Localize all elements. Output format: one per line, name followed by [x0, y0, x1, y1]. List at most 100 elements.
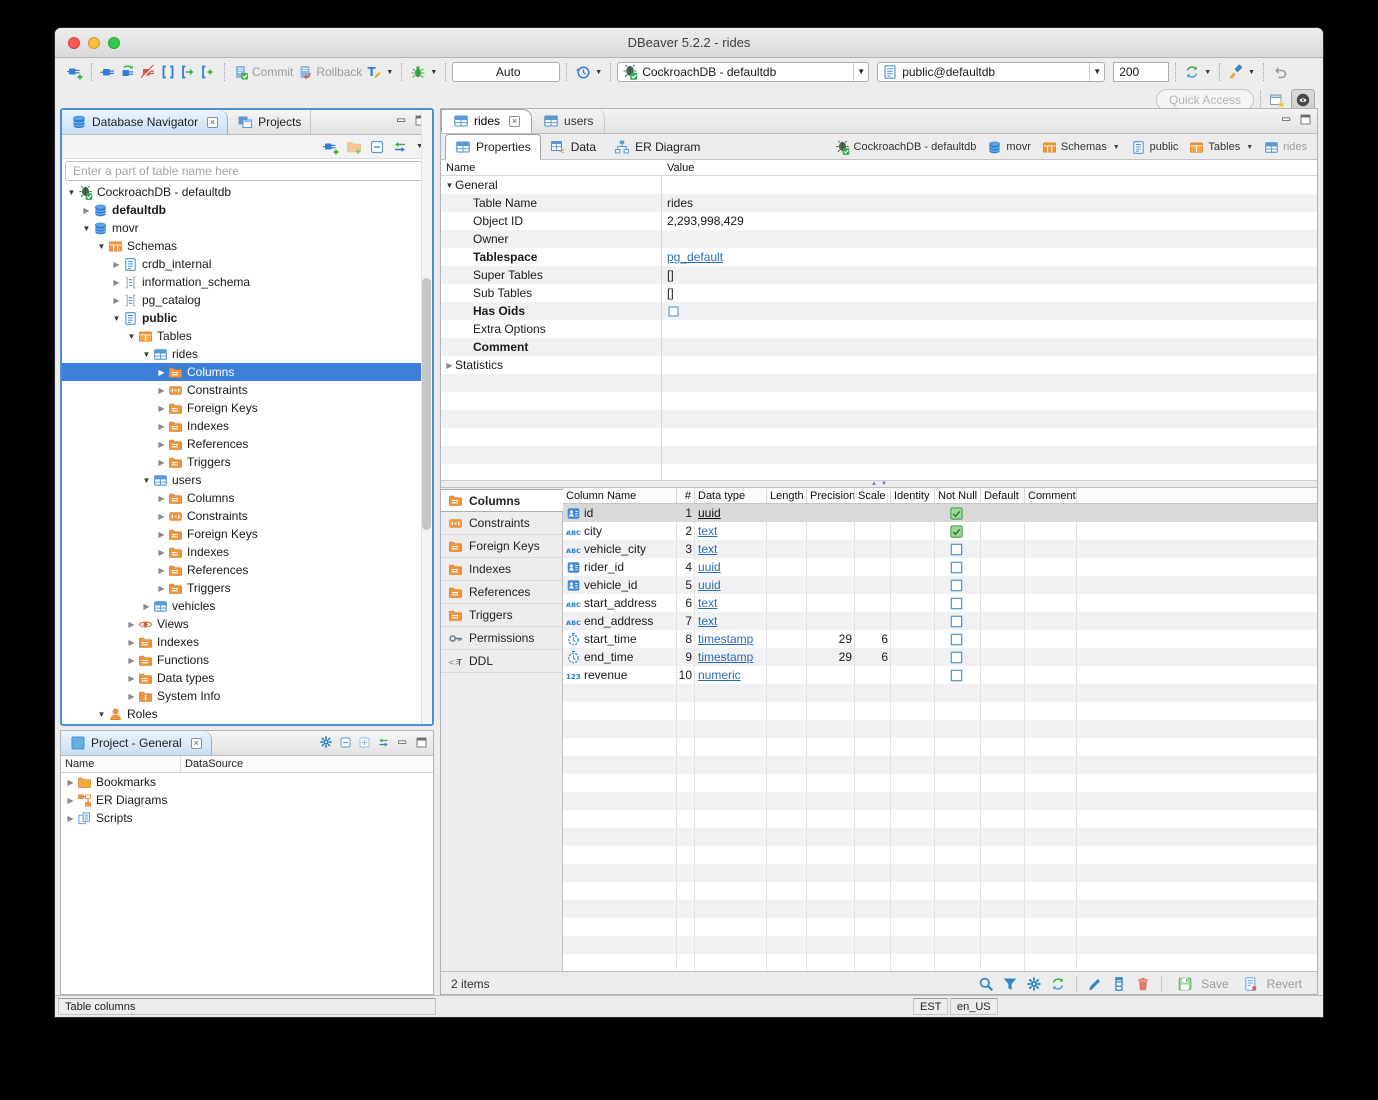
twistie-collapsed-icon[interactable]: ▶	[156, 422, 167, 431]
maximize-panel-icon[interactable]	[1299, 113, 1312, 126]
twistie-expanded-icon[interactable]: ▼	[81, 224, 92, 233]
timezone-indicator[interactable]: EST	[913, 998, 948, 1015]
twistie-expanded-icon[interactable]: ▼	[66, 188, 77, 197]
grid-header-default[interactable]: Default	[981, 488, 1025, 503]
nav-item-roles[interactable]: ▼Roles	[62, 705, 432, 723]
delete-icon[interactable]	[1135, 976, 1151, 992]
link-with-editor-icon[interactable]	[377, 736, 390, 749]
new-connection-icon[interactable]	[67, 64, 83, 80]
nav-item-triggers[interactable]: ▶Triggers	[62, 579, 432, 597]
not-null-checked-icon[interactable]	[949, 524, 964, 539]
close-tab-icon[interactable]: ×	[207, 117, 218, 128]
twistie-collapsed-icon[interactable]: ▶	[65, 814, 76, 823]
subtab-er-diagram[interactable]: ER Diagram	[605, 135, 709, 159]
nav-item-pg-catalog[interactable]: ▶pg_catalog	[62, 291, 432, 309]
data-type-link[interactable]: text	[698, 614, 717, 628]
not-null-unchecked-icon[interactable]	[949, 560, 964, 575]
twistie-collapsed-icon[interactable]: ▶	[156, 566, 167, 575]
column-row-start-time[interactable]: start_time8timestamp296	[563, 630, 1317, 648]
twistie-expanded-icon[interactable]: ▼	[444, 181, 455, 190]
property-row-table-name[interactable]: Table Namerides	[441, 194, 1317, 212]
twistie-collapsed-icon[interactable]: ▶	[156, 386, 167, 395]
twistie-collapsed-icon[interactable]: ▶	[444, 361, 455, 370]
splitter-sash[interactable]: ▲ ▼	[441, 480, 1317, 488]
twistie-collapsed-icon[interactable]: ▶	[111, 296, 122, 305]
not-null-unchecked-icon[interactable]	[949, 650, 964, 665]
open-sql-editor-icon[interactable]	[180, 64, 196, 80]
sql-editor-icon[interactable]	[160, 64, 176, 80]
side-tab-foreign-keys[interactable]: Foreign Keys	[441, 535, 562, 558]
revert-button[interactable]: Revert	[1239, 976, 1302, 992]
sash-down-icon[interactable]: ▼	[881, 481, 887, 487]
project-item-scripts[interactable]: ▶Scripts	[61, 809, 433, 827]
breadcrumb-item-public[interactable]: public	[1131, 140, 1179, 155]
not-null-unchecked-icon[interactable]	[949, 578, 964, 593]
breadcrumb-caret-icon[interactable]: ▼	[1113, 144, 1120, 151]
refresh-dropdown[interactable]: ▼	[1184, 64, 1211, 80]
not-null-unchecked-icon[interactable]	[949, 596, 964, 611]
search-icon[interactable]	[978, 976, 994, 992]
nav-item-columns[interactable]: ▶Columns	[62, 489, 432, 507]
new-sql-editor-icon[interactable]	[200, 64, 216, 80]
twistie-collapsed-icon[interactable]: ▶	[141, 602, 152, 611]
twistie-collapsed-icon[interactable]: ▶	[156, 458, 167, 467]
twistie-expanded-icon[interactable]: ▼	[141, 476, 152, 485]
settings-icon[interactable]	[1026, 976, 1042, 992]
twistie-collapsed-icon[interactable]: ▶	[126, 692, 137, 701]
disconnect-icon[interactable]	[140, 64, 156, 80]
grid-header-not-null[interactable]: Not Null	[935, 488, 981, 503]
breadcrumb-item-cockroachdb-defaultdb[interactable]: CockroachDB - defaultdb	[835, 140, 977, 155]
nav-item-defaultdb[interactable]: ▶defaultdb	[62, 201, 432, 219]
data-type-link[interactable]: numeric	[698, 668, 741, 682]
data-type-link[interactable]: uuid	[698, 578, 721, 592]
grid-header-identity[interactable]: Identity	[891, 488, 935, 503]
nav-item-vehicles[interactable]: ▶vehicles	[62, 597, 432, 615]
twistie-expanded-icon[interactable]: ▼	[96, 710, 107, 719]
twistie-collapsed-icon[interactable]: ▶	[65, 778, 76, 787]
twistie-collapsed-icon[interactable]: ▶	[156, 548, 167, 557]
connection-combo-arrow-icon[interactable]: ▼	[853, 63, 868, 81]
not-null-checked-icon[interactable]	[949, 506, 964, 521]
nav-item-rides[interactable]: ▼rides	[62, 345, 432, 363]
column-row-end-time[interactable]: end_time9timestamp296	[563, 648, 1317, 666]
nav-item-indexes[interactable]: ▶Indexes	[62, 633, 432, 651]
edit-icon[interactable]	[1087, 976, 1103, 992]
configure-columns-icon[interactable]	[1111, 976, 1127, 992]
tab-project-general[interactable]: Project - General ×	[61, 731, 212, 755]
project-item-bookmarks[interactable]: ▶Bookmarks	[61, 773, 433, 791]
transaction-log-dropdown[interactable]: ▼	[575, 64, 602, 80]
minimize-panel-icon[interactable]	[396, 736, 409, 749]
checkbox-unchecked-icon[interactable]	[667, 305, 680, 318]
breadcrumb-item-schemas[interactable]: Schemas▼	[1042, 140, 1120, 155]
grid-header-comment[interactable]: Comment	[1025, 488, 1077, 503]
nav-item-constraints[interactable]: ▶Constraints	[62, 507, 432, 525]
twistie-collapsed-icon[interactable]: ▶	[81, 206, 92, 215]
twistie-collapsed-icon[interactable]: ▶	[156, 368, 167, 377]
minimize-panel-icon[interactable]	[1280, 113, 1293, 126]
data-type-link[interactable]: timestamp	[698, 650, 753, 664]
schema-combo[interactable]: public@defaultdb ▼	[877, 62, 1105, 82]
undo-icon[interactable]	[1272, 64, 1288, 80]
data-type-link[interactable]: text	[698, 524, 717, 538]
twistie-collapsed-icon[interactable]: ▶	[65, 796, 76, 805]
close-window-button[interactable]	[68, 37, 80, 49]
grid-header-data-type[interactable]: Data type	[695, 488, 767, 503]
nav-item-functions[interactable]: ▶Functions	[62, 651, 432, 669]
expand-all-icon[interactable]	[358, 736, 371, 749]
property-row-statistics[interactable]: ▶Statistics	[441, 356, 1317, 374]
nav-item-movr[interactable]: ▼movr	[62, 219, 432, 237]
project-item-er-diagrams[interactable]: ▶ER Diagrams	[61, 791, 433, 809]
nav-item-indexes[interactable]: ▶Indexes	[62, 543, 432, 561]
twistie-expanded-icon[interactable]: ▼	[111, 314, 122, 323]
minimize-window-button[interactable]	[88, 37, 100, 49]
property-value-link[interactable]: pg_default	[667, 250, 723, 264]
twistie-collapsed-icon[interactable]: ▶	[156, 512, 167, 521]
tab-projects[interactable]: Projects	[228, 110, 311, 134]
column-row-vehicle-id[interactable]: vehicle_id5uuid	[563, 576, 1317, 594]
subtab-properties[interactable]: Properties	[445, 134, 541, 160]
column-row-end-address[interactable]: ABCend_address7text	[563, 612, 1317, 630]
fetch-size-input[interactable]: 200	[1113, 62, 1169, 82]
not-null-unchecked-icon[interactable]	[949, 668, 964, 683]
grid-header-scale[interactable]: Scale	[855, 488, 891, 503]
not-null-unchecked-icon[interactable]	[949, 632, 964, 647]
